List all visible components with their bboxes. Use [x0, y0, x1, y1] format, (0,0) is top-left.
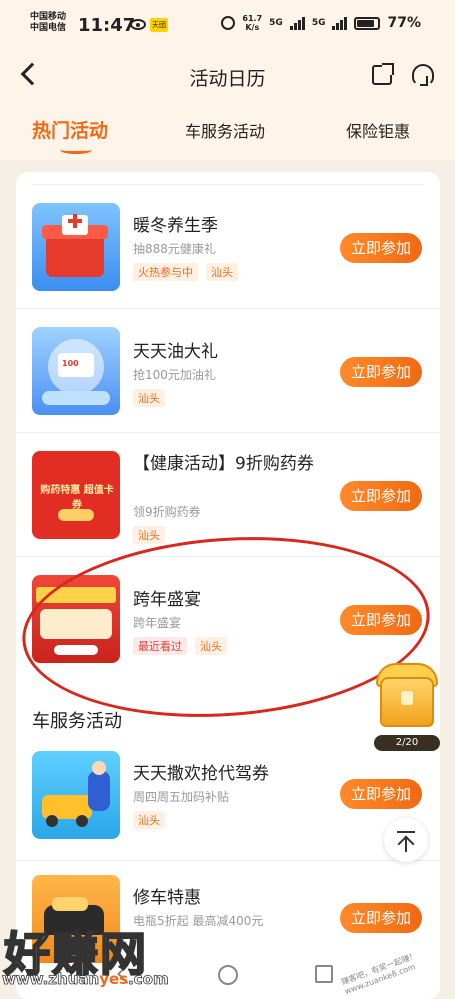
join-button[interactable]: 立即参加 — [340, 481, 422, 511]
tag: 汕头 — [133, 526, 165, 544]
network-speed: 61.7 K/s — [242, 14, 262, 32]
tag: 汕头 — [206, 263, 238, 281]
activity-thumbnail — [32, 575, 120, 663]
activity-title: 跨年盛宴 — [133, 590, 201, 610]
carrier-2: 中国电信 — [30, 23, 67, 33]
join-button[interactable]: 立即参加 — [340, 903, 422, 933]
join-button[interactable]: 立即参加 — [340, 233, 422, 263]
battery-level: 77% — [387, 15, 421, 31]
activity-title: 修车特惠 — [133, 888, 201, 908]
activity-subtitle: 抽888元健康礼 — [133, 242, 216, 256]
activity-title: 【健康活动】9折购药券 — [133, 454, 314, 474]
tag: 汕头 — [133, 389, 165, 407]
tag: 最近看过 — [133, 637, 187, 655]
eye-icon — [130, 19, 146, 30]
join-button[interactable]: 立即参加 — [340, 605, 422, 635]
tab-bar: 热门活动 车服务活动 保险钜惠 — [0, 100, 455, 160]
app-badge: 天团 — [150, 18, 168, 32]
activity-tags: 汕头 — [133, 526, 165, 544]
join-button[interactable]: 立即参加 — [340, 779, 422, 809]
tag: 汕头 — [133, 811, 165, 829]
chest-counter: 2/20 — [374, 735, 440, 751]
tab-insurance[interactable]: 保险钜惠 — [346, 118, 410, 142]
activity-item[interactable]: 天天撒欢抢代驾券 周四周五加码补贴 汕头 立即参加 — [16, 737, 440, 861]
speed-unit: K/s — [245, 23, 260, 32]
activity-thumbnail — [32, 875, 120, 963]
activity-tags: 汕头 — [133, 811, 165, 829]
alarm-icon — [221, 16, 236, 30]
activity-subtitle: 跨年盛宴 — [133, 616, 182, 630]
nav-back-icon[interactable] — [117, 964, 137, 984]
join-button[interactable]: 立即参加 — [340, 357, 422, 387]
tab-car-services[interactable]: 车服务活动 — [185, 118, 265, 142]
activity-title: 天天撒欢抢代驾券 — [133, 764, 269, 784]
nav-recent-icon[interactable] — [315, 965, 333, 983]
activity-title: 暖冬养生季 — [133, 216, 218, 236]
activity-subtitle: 周四周五加码补贴 — [133, 790, 230, 804]
network-type-2: 5G — [311, 18, 326, 28]
activity-tags: 最近看过 汕头 — [133, 637, 227, 655]
activity-item[interactable]: 暖冬养生季 抽888元健康礼 火热参与中 汕头 立即参加 — [16, 185, 440, 309]
activity-tags: 火热参与中 汕头 — [133, 263, 238, 281]
activity-list: 暖冬养生季 抽888元健康礼 火热参与中 汕头 立即参加 100 天天油大礼 抢… — [16, 172, 440, 999]
battery-icon — [354, 16, 381, 30]
back-to-top-button[interactable] — [384, 818, 428, 862]
activity-thumbnail: 购药特惠 超值卡券 — [32, 451, 120, 539]
header: 活动日历 — [0, 50, 455, 100]
carrier-1: 中国移动 — [30, 12, 67, 22]
arrow-up-icon — [405, 838, 407, 852]
activity-thumbnail — [32, 203, 120, 291]
activity-thumbnail — [32, 751, 120, 839]
activity-title: 天天油大礼 — [133, 342, 218, 362]
treasure-chest-widget[interactable]: 2/20 — [368, 655, 448, 751]
network-type-1: 5G — [269, 18, 283, 28]
signal-icon-2 — [332, 16, 348, 30]
tag: 火热参与中 — [133, 263, 198, 281]
tab-hot-activities[interactable]: 热门活动 — [32, 116, 108, 143]
section-title-car-services: 车服务活动 — [32, 711, 122, 732]
activity-subtitle: 电瓶5折起 最高减400元 — [133, 914, 264, 928]
nav-home-icon[interactable] — [218, 965, 238, 985]
activity-tags: 汕头 — [133, 389, 165, 407]
activity-item[interactable]: 购药特惠 超值卡券 【健康活动】9折购药券 领9折购药券 汕头 立即参加 — [16, 433, 440, 557]
share-icon[interactable] — [372, 63, 394, 85]
status-indicators: 61.7 K/s 5G 5G 77% — [221, 14, 421, 32]
clock: 11:47 — [78, 15, 136, 36]
thumbnail-text: 购药特惠 超值卡券 — [40, 485, 114, 511]
activity-thumbnail: 100 — [32, 327, 120, 415]
status-bar: 中国移动 中国电信 11:47 天团 61.7 K/s 5G 5G 77% — [0, 0, 455, 50]
activity-subtitle: 领9折购药券 — [133, 505, 201, 519]
activity-item[interactable]: 100 天天油大礼 抢100元加油礼 汕头 立即参加 — [16, 309, 440, 433]
activity-subtitle: 抢100元加油礼 — [133, 368, 216, 382]
signal-icon — [289, 16, 305, 30]
carrier-info: 中国移动 中国电信 — [30, 12, 66, 34]
chest-lock — [401, 691, 413, 705]
tag: 汕头 — [195, 637, 227, 655]
tab-indicator — [60, 146, 92, 154]
customer-service-icon[interactable] — [412, 64, 434, 86]
speed-value: 61.7 — [242, 14, 263, 23]
